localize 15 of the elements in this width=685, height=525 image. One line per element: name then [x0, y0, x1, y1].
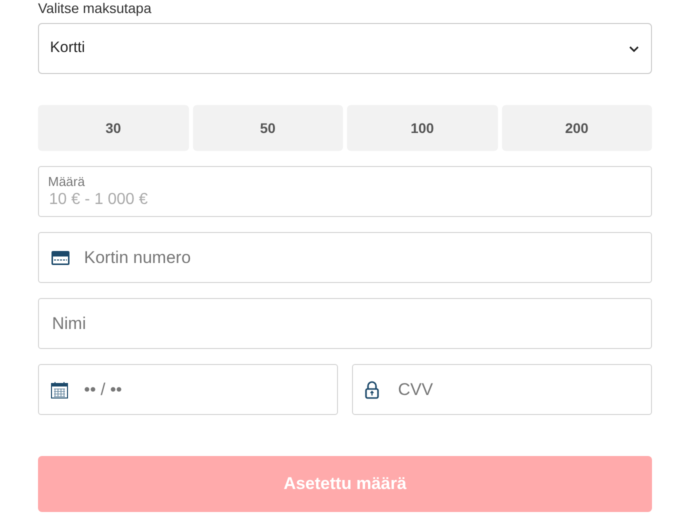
cvv-field[interactable]: CVV	[352, 364, 652, 415]
lock-icon	[365, 380, 379, 398]
payment-method-select[interactable]: Kortti	[38, 23, 652, 74]
card-number-field[interactable]: Kortin numero	[38, 232, 652, 283]
chevron-down-icon	[629, 46, 639, 52]
field-label: Määrä	[48, 174, 85, 189]
amount-preset-button[interactable]: 30	[38, 105, 188, 151]
amount-preset-button[interactable]: 50	[192, 105, 343, 151]
amount-preset-button[interactable]: 100	[347, 105, 498, 151]
field-label: Valitse maksutapa	[38, 0, 152, 16]
calendar-icon	[51, 381, 68, 398]
expiry-field[interactable]: •• / ••	[38, 364, 338, 415]
credit-card-icon	[51, 250, 70, 265]
name-field[interactable]: Nimi	[38, 298, 652, 349]
amount-preset-button[interactable]: 200	[502, 105, 652, 151]
